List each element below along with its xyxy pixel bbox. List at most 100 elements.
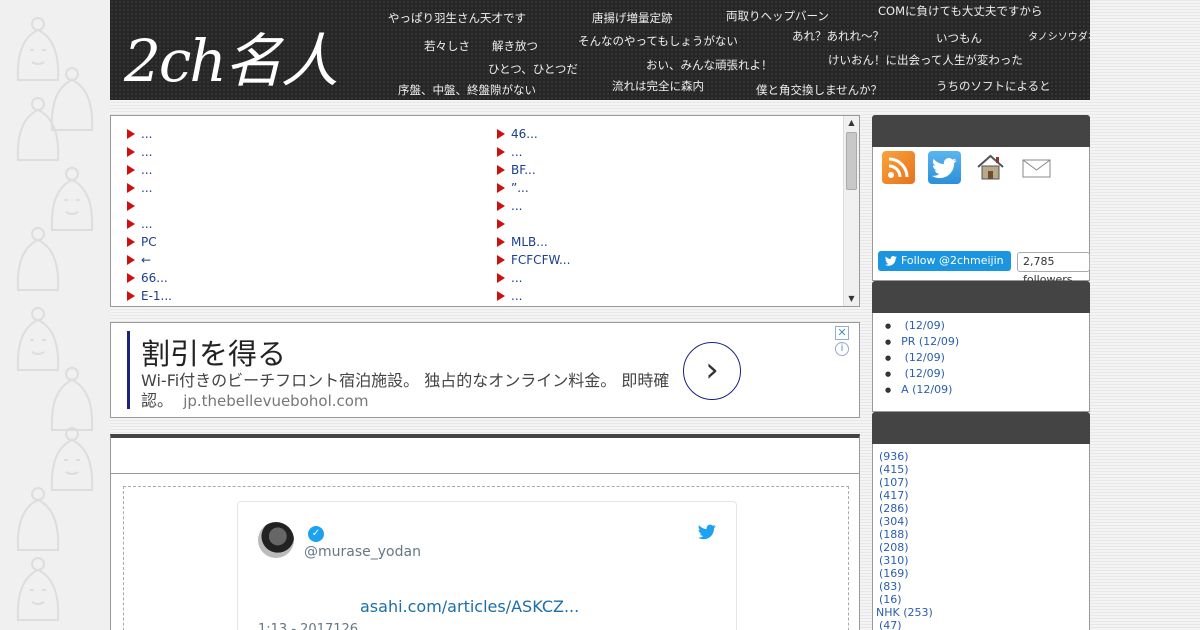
thread-link[interactable]: ... bbox=[141, 215, 152, 233]
twitter-bird-icon[interactable] bbox=[698, 524, 716, 540]
scroll-up-icon[interactable]: ▲ bbox=[844, 116, 859, 130]
thread-link[interactable]: E-1... bbox=[141, 287, 172, 305]
list-item: PC bbox=[127, 233, 172, 251]
list-item: ... bbox=[497, 197, 570, 215]
list-item[interactable]: (310) bbox=[879, 554, 933, 567]
list-item: ”... bbox=[497, 179, 570, 197]
list-item: ... bbox=[127, 143, 172, 161]
ad-url[interactable]: jp.thebellevuebohol.com bbox=[183, 392, 368, 410]
thread-link[interactable]: ... bbox=[511, 287, 522, 305]
thread-link[interactable]: PC bbox=[141, 233, 157, 251]
list-item[interactable]: (47) bbox=[879, 619, 933, 630]
header-phrase: 唐揚げ増量定跡 bbox=[592, 11, 673, 25]
header-phrase: 序盤、中盤、終盤隙がない bbox=[398, 83, 536, 97]
tweet-handle[interactable]: @murase_yodan bbox=[304, 544, 421, 560]
tweet-date[interactable]: 1:13 - 2017126 bbox=[258, 622, 358, 630]
chevron-right-icon[interactable]: › bbox=[683, 342, 741, 400]
list-item: ... bbox=[127, 215, 172, 233]
list-item[interactable]: (12/09) bbox=[885, 350, 959, 366]
list-item: FCFCFW... bbox=[497, 251, 570, 269]
thread-link[interactable]: ... bbox=[141, 179, 152, 197]
thread-link[interactable]: BF... bbox=[511, 161, 536, 179]
twitter-icon[interactable] bbox=[928, 151, 961, 184]
list-item: ... bbox=[497, 143, 570, 161]
list-item[interactable]: NHK (253) bbox=[876, 606, 933, 619]
site-logo[interactable]: 2ch名人 bbox=[124, 14, 339, 98]
sidebar-heading bbox=[872, 281, 1090, 313]
list-item: 66... bbox=[127, 269, 172, 287]
thread-scrollbar[interactable]: ▲ ▼ bbox=[843, 116, 859, 306]
list-item[interactable]: (286) bbox=[879, 502, 933, 515]
sidebar-recent-panel: (12/09) PR (12/09) (12/09) (12/09) A (12… bbox=[872, 313, 1090, 412]
triangle-bullet-icon bbox=[127, 255, 135, 265]
thread-link[interactable]: ”... bbox=[511, 179, 529, 197]
list-item[interactable]: (12/09) bbox=[885, 366, 959, 382]
article-header bbox=[110, 434, 860, 474]
thread-link[interactable]: ... bbox=[141, 143, 152, 161]
header-phrase: あれ？あれれ〜？ bbox=[792, 29, 884, 43]
list-item[interactable]: PR (12/09) bbox=[885, 334, 959, 350]
ad-description: Wi-Fi付きのビーチフロント宿泊施設。 独占的なオンライン料金。 即時確認。 … bbox=[141, 371, 681, 411]
recent-entries: (12/09) PR (12/09) (12/09) (12/09) A (12… bbox=[885, 318, 959, 398]
header-phrase: 僕と角交換しませんか？ bbox=[756, 83, 883, 97]
close-icon[interactable]: ✕ bbox=[835, 326, 849, 340]
triangle-bullet-icon bbox=[497, 129, 505, 139]
ad-banner[interactable]: 割引を得る Wi-Fi付きのビーチフロント宿泊施設。 独占的なオンライン料金。 … bbox=[110, 322, 860, 418]
thread-link[interactable]: ← bbox=[141, 251, 151, 269]
thread-link[interactable]: ... bbox=[511, 197, 522, 215]
list-item[interactable]: (12/09) bbox=[885, 318, 959, 334]
thread-link[interactable]: ... bbox=[141, 161, 152, 179]
list-item[interactable]: (936) bbox=[879, 450, 933, 463]
triangle-bullet-icon bbox=[127, 237, 135, 247]
list-item[interactable]: (304) bbox=[879, 515, 933, 528]
triangle-bullet-icon bbox=[127, 291, 135, 301]
triangle-bullet-icon bbox=[497, 165, 505, 175]
header-phrase: うちのソフトによると bbox=[936, 79, 1051, 93]
list-item[interactable]: (83) bbox=[879, 580, 933, 593]
triangle-bullet-icon bbox=[497, 219, 505, 229]
thread-link[interactable]: ... bbox=[511, 143, 522, 161]
list-item[interactable]: A (12/09) bbox=[885, 382, 959, 398]
home-icon[interactable] bbox=[974, 151, 1007, 184]
thread-link[interactable]: ... bbox=[511, 269, 522, 287]
ad-title[interactable]: 割引を得る bbox=[141, 331, 286, 373]
list-item[interactable]: (188) bbox=[879, 528, 933, 541]
thread-column-left: ... ... ... ... ... PC ← 66... E-1... bbox=[127, 125, 172, 305]
list-item[interactable]: (169) bbox=[879, 567, 933, 580]
list-item[interactable]: (107) bbox=[879, 476, 933, 489]
avatar[interactable] bbox=[258, 522, 294, 558]
header-phrase: やっぱり羽生さん天才です bbox=[388, 11, 526, 25]
list-item[interactable]: (417) bbox=[879, 489, 933, 502]
list-item[interactable]: (16) bbox=[879, 593, 933, 606]
header-phrase: タノシソウダネ bbox=[1028, 32, 1090, 43]
thread-link[interactable]: 66... bbox=[141, 269, 168, 287]
list-item: MLB... bbox=[497, 233, 570, 251]
sidebar-heading bbox=[872, 412, 1090, 444]
verified-badge-icon: ✓ bbox=[308, 526, 324, 542]
list-item[interactable]: (208) bbox=[879, 541, 933, 554]
background-pattern bbox=[0, 0, 110, 630]
ad-accent-bar bbox=[127, 331, 130, 409]
list-item: E-1... bbox=[127, 287, 172, 305]
twitter-follow-button[interactable]: Follow @2chmeijin bbox=[878, 251, 1011, 271]
thread-list[interactable]: ... ... ... ... ... PC ← 66... E-1... 46… bbox=[110, 115, 860, 307]
rss-icon[interactable] bbox=[882, 151, 915, 184]
scroll-thumb[interactable] bbox=[846, 132, 857, 190]
tweet-link[interactable]: asahi.com/articles/ASKCZ... bbox=[360, 597, 579, 616]
mail-icon[interactable] bbox=[1020, 151, 1053, 184]
header-phrase: そんなのやってもしょうがない bbox=[578, 34, 738, 48]
embedded-tweet[interactable]: ✓ @murase_yodan asahi.com/articles/ASKCZ… bbox=[237, 501, 737, 630]
info-icon[interactable]: i bbox=[835, 342, 849, 356]
thread-link[interactable]: 46... bbox=[511, 125, 538, 143]
thread-link[interactable]: ... bbox=[141, 125, 152, 143]
scroll-down-icon[interactable]: ▼ bbox=[844, 292, 859, 306]
thread-link[interactable]: FCFCFW... bbox=[511, 251, 570, 269]
triangle-bullet-icon bbox=[127, 273, 135, 283]
thread-link[interactable]: MLB... bbox=[511, 233, 548, 251]
list-item: ... bbox=[497, 269, 570, 287]
follower-count[interactable]: 2,785 followers bbox=[1017, 252, 1090, 286]
list-item[interactable]: (415) bbox=[879, 463, 933, 476]
list-item bbox=[497, 215, 570, 233]
twitter-bird-icon bbox=[885, 256, 897, 266]
header-phrase: ひとつ、ひとつだ bbox=[488, 62, 578, 76]
